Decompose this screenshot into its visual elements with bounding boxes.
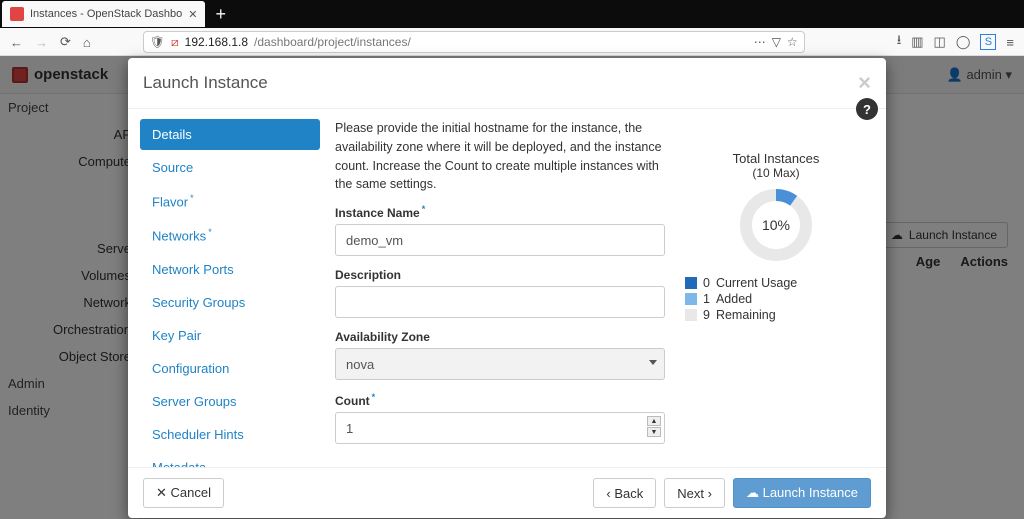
nav-bar: ← → ⟳ ⌂ 🛡 ⧄ 192.168.1.8/dashboard/projec… (0, 28, 1024, 56)
modal-footer: ✕ Cancel ‹ Back Next › ☁ Launch Instance (128, 467, 886, 518)
step-key-pair[interactable]: Key Pair (140, 320, 320, 351)
forward-icon: → (35, 35, 48, 50)
stats-title: Total Instances (681, 151, 871, 166)
tab-close-icon[interactable]: ✕ (188, 8, 197, 21)
legend: 0 Current Usage 1 Added 9 Remaining (685, 276, 871, 322)
form-description: Please provide the initial hostname for … (335, 119, 665, 194)
insecure-icon[interactable]: ⧄ (171, 35, 179, 50)
spinner-up-icon[interactable]: ▲ (647, 416, 661, 426)
back-icon[interactable]: ← (10, 35, 23, 50)
legend-added: 1 Added (685, 292, 871, 306)
extension-icon[interactable]: S (980, 34, 996, 50)
tab-favicon (10, 7, 24, 21)
launch-instance-modal: Launch Instance × ? Details Source Flavo… (128, 58, 886, 518)
url-host: 192.168.1.8 (185, 35, 248, 49)
instance-name-label: Instance Name* (335, 204, 665, 220)
account-icon[interactable]: ◯ (956, 34, 971, 50)
wizard-nav: Details Source Flavor* Networks* Network… (128, 109, 320, 467)
sidebar-toggle-icon[interactable]: ◫ (934, 34, 946, 50)
browser-tab[interactable]: Instances - OpenStack Dashbo ✕ (2, 1, 205, 27)
reload-icon[interactable]: ⟳ (60, 34, 71, 50)
step-flavor[interactable]: Flavor* (140, 185, 320, 217)
az-label: Availability Zone (335, 330, 665, 344)
hamburger-icon[interactable]: ≡ (1006, 35, 1014, 50)
step-metadata[interactable]: Metadata (140, 452, 320, 467)
page-actions-icon[interactable]: ⋯ (754, 35, 766, 49)
spinner-down-icon[interactable]: ▼ (647, 427, 661, 437)
az-select[interactable]: nova (335, 348, 665, 380)
home-icon[interactable]: ⌂ (83, 35, 91, 50)
help-icon[interactable]: ? (856, 98, 878, 120)
close-icon[interactable]: × (858, 70, 871, 96)
step-configuration[interactable]: Configuration (140, 353, 320, 384)
bookmark-icon[interactable]: ☆ (787, 35, 798, 49)
step-details[interactable]: Details (140, 119, 320, 150)
modal-header: Launch Instance × (128, 58, 886, 109)
step-source[interactable]: Source (140, 152, 320, 183)
address-bar[interactable]: 🛡 ⧄ 192.168.1.8/dashboard/project/instan… (143, 31, 805, 53)
step-networks[interactable]: Networks* (140, 219, 320, 251)
step-scheduler-hints[interactable]: Scheduler Hints (140, 419, 320, 450)
new-tab-button[interactable]: + (205, 4, 236, 25)
shield-icon[interactable]: 🛡 (150, 35, 165, 49)
stats-subtitle: (10 Max) (681, 166, 871, 180)
legend-remaining: 9 Remaining (685, 308, 871, 322)
toolbar-right: ⭳ ▥ ◫ ◯ S ≡ (897, 31, 1014, 53)
usage-percent: 10% (739, 188, 813, 262)
next-button[interactable]: Next › (664, 478, 725, 508)
legend-current: 0 Current Usage (685, 276, 871, 290)
description-label: Description (335, 268, 665, 282)
count-input[interactable] (335, 412, 665, 444)
reader-icon[interactable]: ▽ (772, 35, 781, 49)
step-server-groups[interactable]: Server Groups (140, 386, 320, 417)
step-network-ports[interactable]: Network Ports (140, 254, 320, 285)
launch-instance-button[interactable]: ☁ Launch Instance (733, 478, 871, 508)
library-icon[interactable]: ▥ (911, 34, 923, 50)
stats-panel: Total Instances (10 Max) 10% 0 Current U… (681, 119, 871, 457)
back-button[interactable]: ‹ Back (593, 478, 656, 508)
count-label: Count* (335, 392, 665, 408)
download-icon[interactable]: ⭳ (897, 31, 902, 53)
cancel-button[interactable]: ✕ Cancel (143, 478, 224, 508)
tab-title: Instances - OpenStack Dashbo (30, 8, 182, 20)
usage-donut: 10% (739, 188, 813, 262)
wizard-content: Please provide the initial hostname for … (320, 109, 886, 467)
instance-name-input[interactable] (335, 224, 665, 256)
description-input[interactable] (335, 286, 665, 318)
step-security-groups[interactable]: Security Groups (140, 287, 320, 318)
browser-chrome: Instances - OpenStack Dashbo ✕ + ← → ⟳ ⌂… (0, 0, 1024, 56)
count-spinner[interactable]: ▲▼ (647, 416, 661, 437)
modal-title: Launch Instance (143, 73, 268, 93)
tab-strip: Instances - OpenStack Dashbo ✕ + (0, 0, 1024, 28)
url-path: /dashboard/project/instances/ (254, 35, 411, 49)
